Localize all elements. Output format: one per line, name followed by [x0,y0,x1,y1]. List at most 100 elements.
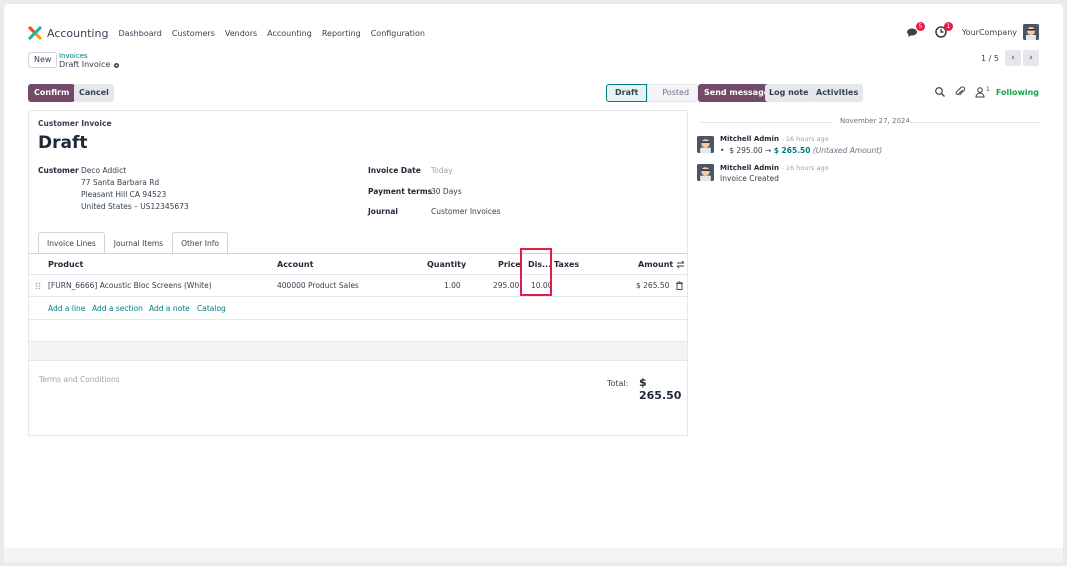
record-pager: 1 / 5 ‹ › [981,50,1039,66]
chatter-date: November 27, 2024 [840,117,910,125]
message-author-name[interactable]: Mitchell Admin [720,164,779,172]
follower-count: 1 [986,85,990,93]
add-section-link[interactable]: Add a section [92,304,143,313]
confirm-button[interactable]: Confirm [28,84,76,102]
search-icon[interactable] [934,86,946,98]
discount-column-highlight [520,248,552,296]
line-account[interactable]: 400000 Product Sales [277,281,359,290]
paperclip-icon[interactable] [954,86,966,98]
breadcrumb-current-label: Draft Invoice [59,60,111,69]
line-product[interactable]: [FURN_6666] Acoustic Bloc Screens (White… [48,281,212,290]
log-note-button[interactable]: Log note [765,84,813,102]
add-line-link[interactable]: Add a line [48,304,85,313]
notebook-tabs: Invoice Lines Journal Items Other Info [38,232,228,254]
nav-accounting[interactable]: Accounting [267,29,312,38]
tab-other-info[interactable]: Other Info [172,232,228,254]
bullet-icon: • [720,146,725,155]
accounting-app-icon[interactable] [27,25,43,41]
col-header-amount[interactable]: Amount [638,260,673,269]
journal-field[interactable]: Customer Invoices [431,207,501,216]
lines-bottom-divider [29,319,687,320]
customer-address-line1: 77 Santa Barbara Rd [81,178,160,187]
user-avatar[interactable] [1023,24,1039,40]
arrow-right-icon: → [765,146,772,155]
col-header-price[interactable]: Price [498,260,521,269]
nav-configuration[interactable]: Configuration [371,29,425,38]
customer-address-line3: United States – US12345673 [81,202,189,211]
chatter-date-separator: November 27, 2024 [700,117,1040,127]
tab-invoice-lines[interactable]: Invoice Lines [38,232,105,254]
invoice-date-field[interactable]: Today [431,166,453,175]
activity-clock-icon[interactable]: 1 [934,22,953,39]
message-author-name[interactable]: Mitchell Admin [720,135,779,143]
pager-previous-icon[interactable]: ‹ [1005,50,1021,66]
main-navbar: Accounting Dashboard Customers Vendors A… [27,25,435,41]
send-message-button[interactable]: Send message [698,84,776,102]
trash-icon[interactable] [676,281,683,290]
chatter-tools: 1 Following [926,86,1039,98]
breadcrumb-current: Draft Invoice [59,60,120,70]
row-divider [29,296,687,297]
message-body: Invoice Created [720,174,779,183]
app-title[interactable]: Accounting [47,27,108,40]
message-author[interactable]: Mitchell Admin - 16 hours ago [720,135,829,143]
add-note-link[interactable]: Add a note [149,304,190,313]
activities-button[interactable]: Activities [811,84,864,102]
new-button[interactable]: New [28,52,58,68]
status-draft[interactable]: Draft [606,84,648,102]
customer-label: Customer [38,166,79,175]
payment-terms-field[interactable]: 30 Days [431,187,462,196]
document-state-title: Draft [38,133,88,153]
document-type: Customer Invoice [38,119,112,128]
invoice-date-label: Invoice Date [368,166,421,175]
nav-vendors[interactable]: Vendors [225,29,257,38]
gear-icon[interactable] [113,62,120,69]
drag-handle-icon[interactable] [35,282,41,290]
nav-customers[interactable]: Customers [172,29,215,38]
line-amount: $ 265.50 [636,281,670,290]
followers-icon[interactable] [974,86,986,98]
terms-conditions-input[interactable]: Terms and Conditions [39,375,120,384]
optional-columns-icon[interactable] [676,260,685,269]
window-bottom-strip [4,548,1063,562]
status-bar: Draft Posted [606,84,699,102]
message-author[interactable]: Mitchell Admin - 16 hours ago [720,164,829,172]
activity-badge: 1 [943,22,953,31]
pager-value[interactable]: 1 / 5 [981,54,999,63]
message-time: - 16 hours ago [781,135,829,143]
cancel-button[interactable]: Cancel [74,84,114,102]
following-button[interactable]: Following [996,88,1039,97]
journal-label: Journal [368,207,398,216]
nav-reporting[interactable]: Reporting [322,29,361,38]
messaging-badge: 5 [915,22,925,31]
tabs-divider [29,253,687,254]
line-price[interactable]: 295.00 [493,281,519,290]
col-header-product[interactable]: Product [48,260,83,269]
new-value: $ 265.50 [773,146,811,155]
messaging-icon[interactable]: 5 [906,22,925,39]
customer-address-line2: Pleasant Hill CA 94523 [81,190,167,199]
old-value: $ 295.00 [729,146,763,155]
breadcrumb-invoices[interactable]: Invoices [59,52,120,60]
company-switcher[interactable]: YourCompany [962,28,1017,37]
systray: 5 1 YourCompany [892,22,1039,40]
col-header-taxes[interactable]: Taxes [554,260,579,269]
payment-terms-label: Payment terms [368,187,433,196]
message-time: - 16 hours ago [781,164,829,172]
customer-field[interactable]: Deco Addict [81,166,126,175]
avatar[interactable] [697,136,714,153]
col-header-quantity[interactable]: Quantity [427,260,466,269]
line-quantity[interactable]: 1.00 [444,281,461,290]
table-footer-row [29,341,687,361]
pager-next-icon[interactable]: › [1023,50,1039,66]
total-value: $ 265.50 [639,376,682,402]
avatar[interactable] [697,164,714,181]
status-posted[interactable]: Posted [647,84,699,102]
nav-dashboard[interactable]: Dashboard [118,29,161,38]
catalog-link[interactable]: Catalog [197,304,226,313]
total-label: Total: [607,379,629,388]
col-header-account[interactable]: Account [277,260,313,269]
tracked-field: (Untaxed Amount) [812,146,883,155]
header-divider [29,274,687,275]
tab-journal-items[interactable]: Journal Items [105,232,172,254]
